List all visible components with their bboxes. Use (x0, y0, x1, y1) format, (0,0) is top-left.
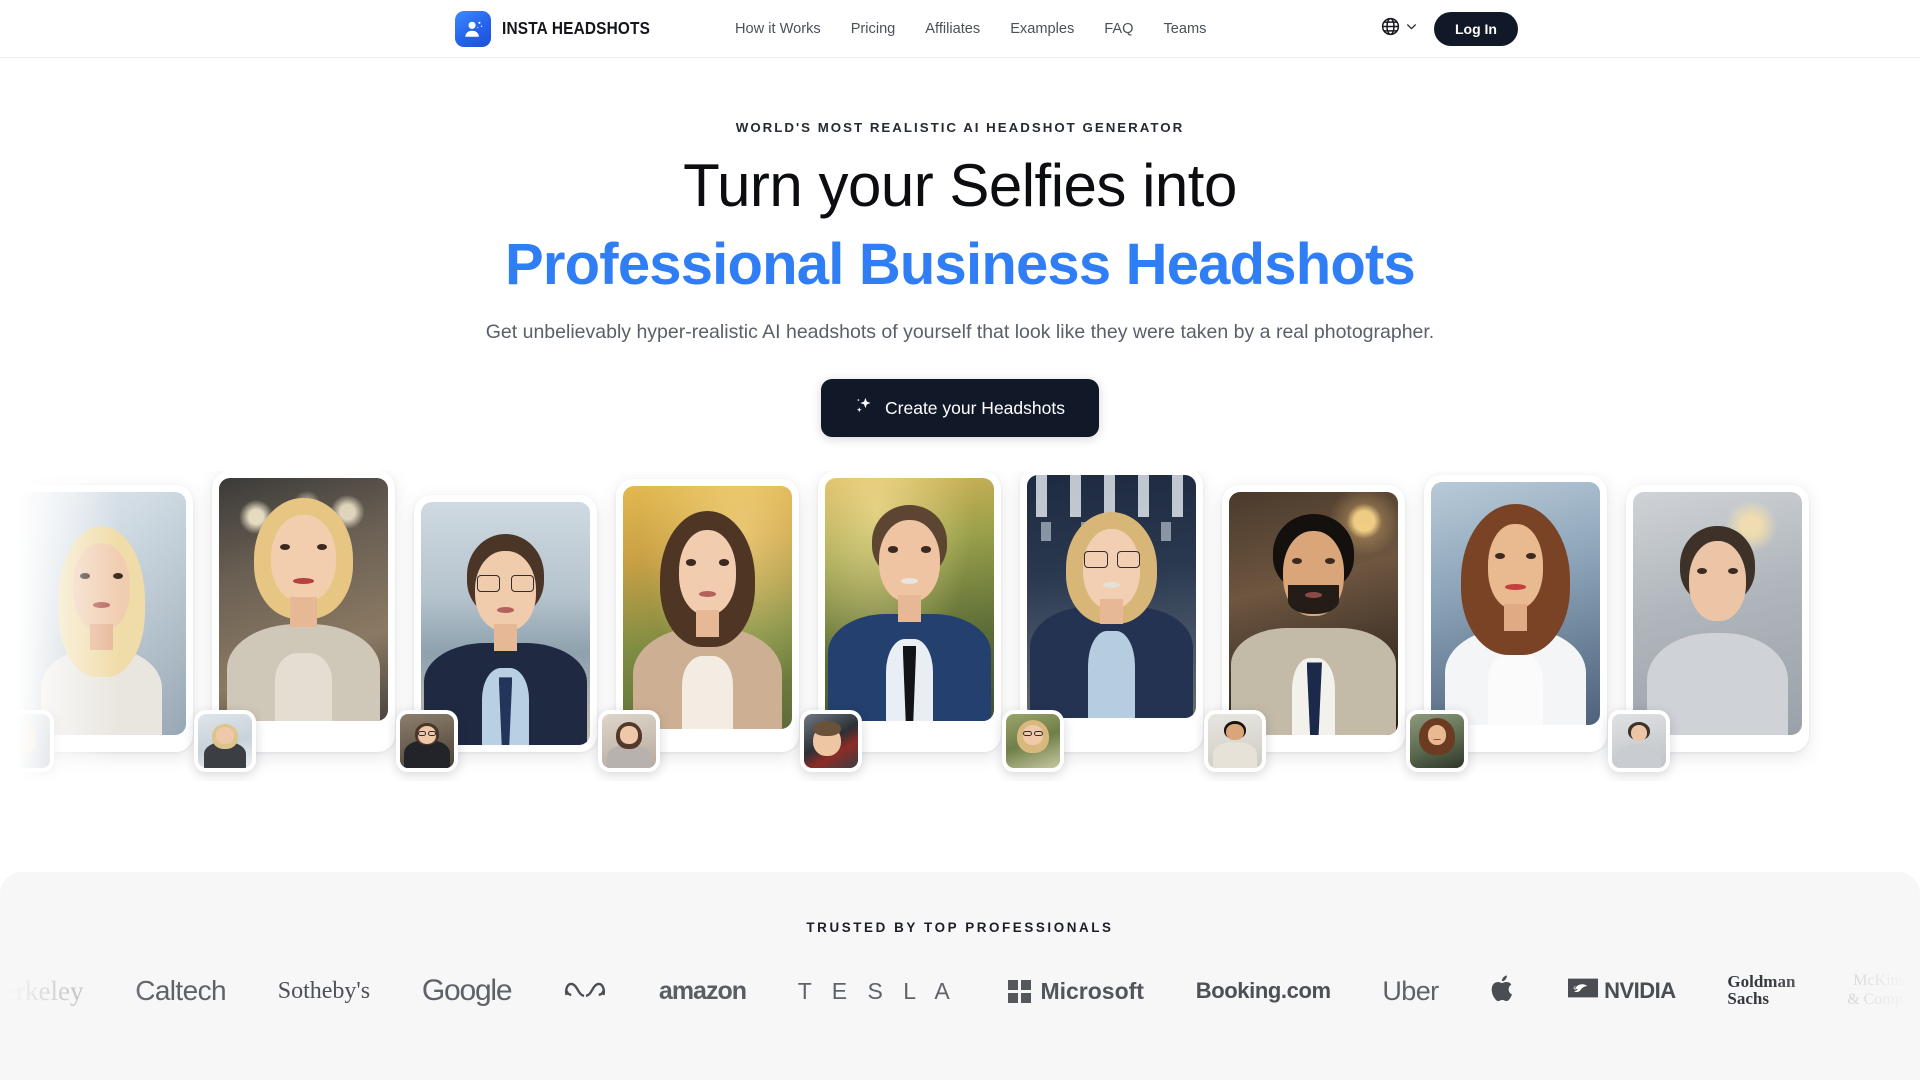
header-actions: Log In (1380, 11, 1518, 46)
selfie-before-thumbnail (1608, 710, 1670, 773)
page-title: Turn your Selfies into Professional Busi… (0, 156, 1920, 296)
gallery-card[interactable] (598, 479, 799, 773)
logo-mckinsey: McKinsey & Company (1847, 968, 1920, 1014)
gallery-card[interactable] (396, 495, 597, 773)
logo-uber: Uber (1382, 968, 1439, 1014)
nav-item-pricing[interactable]: Pricing (851, 21, 896, 37)
logo-uber-label: Uber (1382, 975, 1439, 1006)
gallery-card[interactable] (1204, 485, 1405, 773)
nav-item-teams[interactable]: Teams (1163, 21, 1206, 37)
apple-icon (1490, 973, 1516, 1009)
logo-berkeley-label: Berkeley (0, 975, 84, 1006)
gallery-card[interactable] (1608, 485, 1809, 773)
gallery-card[interactable] (0, 485, 193, 773)
logo-amazon: amazon (658, 968, 747, 1014)
trusted-by-title: TRUSTED BY TOP PROFESSIONALS (806, 920, 1114, 935)
logo-microsoft-label: Microsoft (1040, 977, 1144, 1004)
nav-item-affiliates[interactable]: Affiliates (925, 21, 980, 37)
nvidia-eye-icon (1568, 977, 1599, 1005)
language-selector[interactable] (1380, 16, 1418, 42)
selfie-before-thumbnail (598, 710, 660, 773)
headline-line-2: Professional Business Headshots (505, 232, 1416, 297)
gallery-fade-right (1800, 471, 1920, 782)
logo-sothebys-label: Sotheby's (277, 977, 371, 1004)
sparkles-icon (855, 396, 874, 420)
nav-item-examples[interactable]: Examples (1010, 21, 1074, 37)
selfie-before-thumbnail (800, 710, 862, 773)
brand-logo[interactable]: INSTA HEADSHOTS (455, 10, 670, 47)
globe-icon (1380, 16, 1401, 42)
selfie-before-thumbnail (1204, 710, 1266, 773)
logo-google: Google (421, 968, 513, 1014)
logo-goldman-sachs: Goldman Sachs (1727, 968, 1795, 1014)
hero-eyebrow: WORLD'S MOST REALISTIC AI HEADSHOT GENER… (735, 120, 1185, 135)
headshot-after-image (421, 502, 590, 746)
logo-nvidia-label: NVIDIA (1604, 978, 1676, 1003)
selfie-before-thumbnail (0, 710, 54, 773)
meta-infinity-icon (563, 976, 607, 1007)
headshot-after-image (1633, 492, 1802, 736)
hero-cta-wrap: Create your Headshots (0, 379, 1920, 438)
headline-line-1: Turn your Selfies into (683, 152, 1237, 219)
headshot-after-image (219, 478, 388, 722)
site-header: INSTA HEADSHOTS How it Works Pricing Aff… (0, 0, 1920, 58)
microsoft-squares-icon (1008, 979, 1032, 1003)
login-button[interactable]: Log In (1434, 11, 1518, 46)
hero-section: WORLD'S MOST REALISTIC AI HEADSHOT GENER… (0, 58, 1920, 438)
headshot-after-image (1229, 492, 1398, 736)
headshot-gallery[interactable] (0, 471, 1920, 782)
headshot-after-image (1431, 482, 1600, 726)
headshot-after-image (825, 478, 994, 722)
chevron-down-icon (1405, 20, 1418, 38)
selfie-before-thumbnail (194, 710, 256, 773)
person-avatar-icon (455, 10, 491, 47)
logo-tesla-label: T E S L A (797, 977, 957, 1004)
nav-item-faq[interactable]: FAQ (1104, 21, 1133, 37)
logo-apple (1490, 968, 1516, 1014)
logo-booking-com: Booking.com (1196, 968, 1331, 1014)
main-nav: How it Works Pricing Affiliates Examples… (735, 21, 1206, 37)
headshot-after-image (17, 492, 186, 736)
gallery-card[interactable] (800, 471, 1001, 773)
gallery-card[interactable] (194, 471, 395, 773)
logo-booking-com-label: Booking.com (1195, 978, 1331, 1003)
logo-goldman-sachs-label: Goldman Sachs (1727, 972, 1796, 1008)
logo-caltech-label: Caltech (135, 975, 226, 1006)
gallery-card[interactable] (1406, 475, 1607, 773)
logo-nvidia: NVIDIA (1568, 968, 1676, 1014)
selfie-before-thumbnail (396, 710, 458, 773)
trusted-by-section: TRUSTED BY TOP PROFESSIONALS Berkeley Ca… (0, 872, 1920, 1080)
logo-caltech: Caltech (135, 968, 226, 1014)
logo-amazon-label: amazon (658, 976, 747, 1005)
selfie-before-thumbnail (1002, 710, 1064, 773)
client-logo-row: Berkeley Caltech Sotheby's Google amazon (0, 968, 1920, 1014)
create-headshots-button[interactable]: Create your Headshots (821, 379, 1099, 438)
nav-item-how-it-works[interactable]: How it Works (735, 21, 821, 37)
selfie-before-thumbnail (1406, 710, 1468, 773)
headshot-after-image (623, 486, 792, 730)
gallery-track[interactable] (0, 471, 1809, 773)
logo-tesla: T E S L A (798, 968, 957, 1014)
logo-sothebys: Sotheby's (278, 968, 370, 1014)
create-headshots-label: Create your Headshots (885, 397, 1065, 418)
logo-mckinsey-label: McKinsey & Company (1847, 972, 1920, 1008)
headshot-after-image (1027, 475, 1196, 719)
logo-berkeley: Berkeley (0, 968, 83, 1014)
logo-microsoft: Microsoft (1008, 968, 1144, 1014)
logo-meta (563, 968, 607, 1014)
gallery-card[interactable] (1002, 471, 1203, 773)
brand-name: INSTA HEADSHOTS (502, 18, 651, 38)
logo-google-label: Google (421, 974, 513, 1007)
hero-subheading: Get unbelievably hyper-realistic AI head… (485, 320, 1435, 343)
